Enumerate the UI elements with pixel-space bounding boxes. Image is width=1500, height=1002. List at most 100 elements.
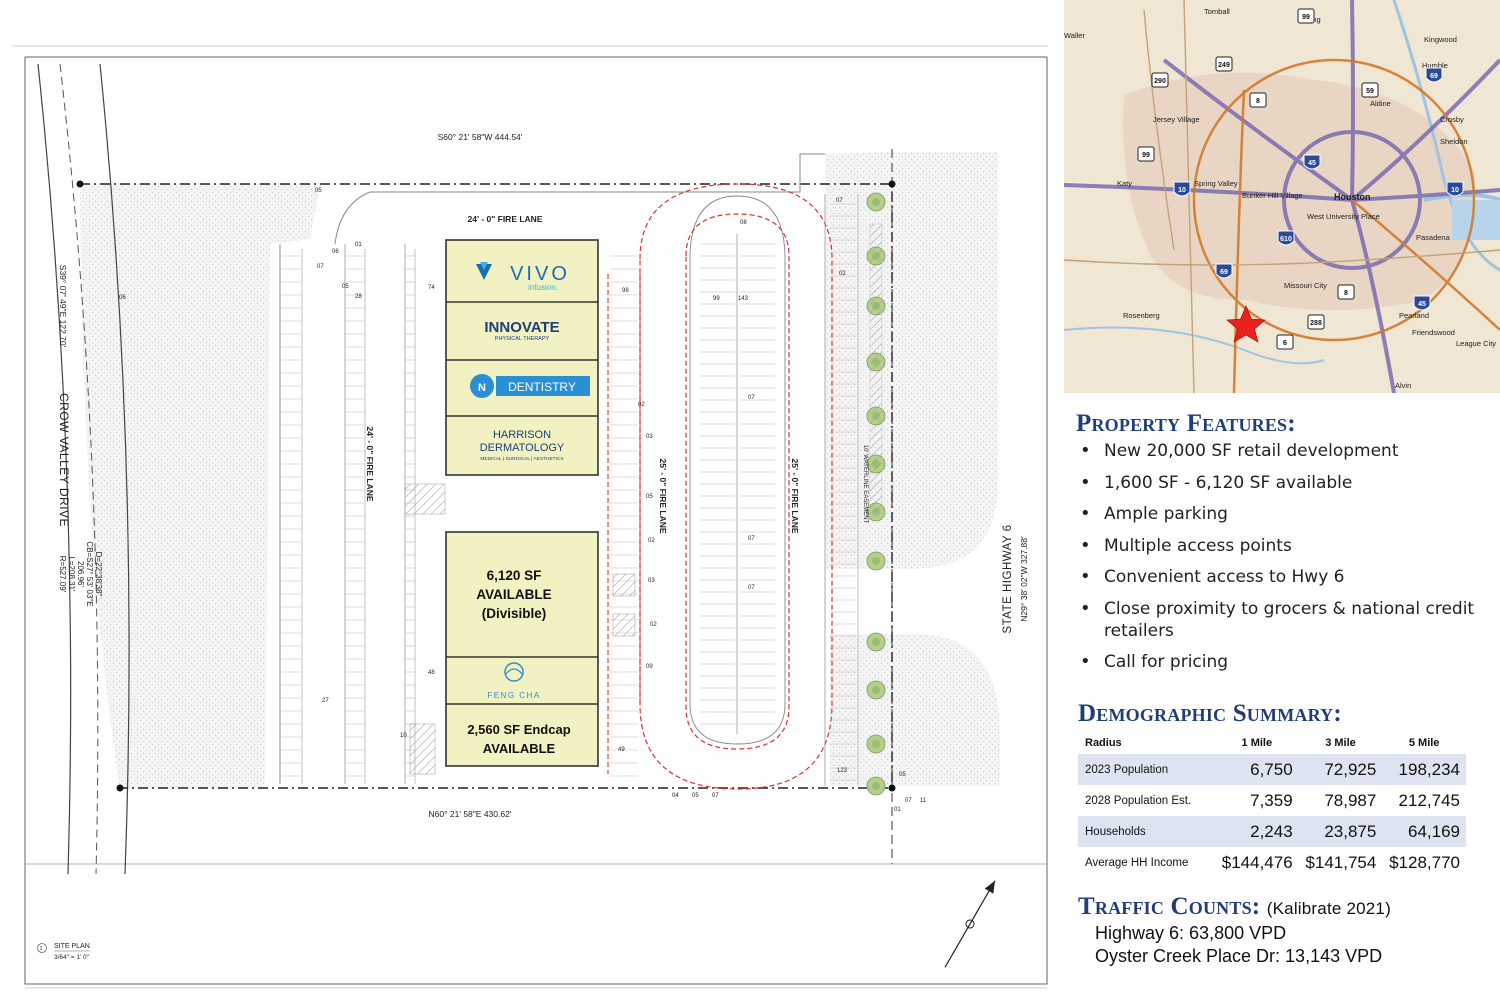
stall-count-label: 05 [646, 494, 653, 500]
stall-count-label: 02 [648, 538, 655, 544]
highway-shield-icon: 10 [1446, 181, 1464, 197]
svg-text:69: 69 [1430, 73, 1438, 80]
traffic-source: (Kalibrate 2021) [1266, 899, 1391, 918]
tenant-innovate-name: INNOVATE [484, 319, 559, 336]
stall-count-label: 05 [692, 793, 699, 799]
highway-shield-icon: 610 [1277, 230, 1295, 246]
table-cell: $128,770 [1389, 852, 1460, 872]
highway-shield-icon: 290 [1151, 72, 1169, 88]
table-header-row: Radius 1 Mile 3 Mile 5 Mile [1078, 732, 1466, 754]
tenant-vivo-name: VIVO [510, 263, 570, 285]
right-boundary-bearing: N29° 38' 02"W 327.88' [1019, 536, 1029, 622]
building-north: VIVO infusion. INNOVATE PHYSICAL THERAPY… [445, 239, 599, 476]
table-cell: 7,359 [1250, 790, 1293, 810]
svg-text:290: 290 [1154, 78, 1166, 85]
landscape-right-bottom [830, 634, 1000, 786]
map-place-label: Friendswood [1412, 328, 1455, 337]
stall-count-label: 04 [672, 793, 679, 799]
site-plan: VIVO infusion. INNOVATE PHYSICAL THERAPY… [12, 45, 1048, 989]
endcap-status: AVAILABLE [483, 741, 556, 756]
svg-text:10: 10 [1178, 187, 1186, 194]
stall-count-label: 28 [355, 294, 362, 300]
map-place-label: Houston [1334, 192, 1371, 202]
stall-count-label: 05 [899, 772, 906, 778]
column-header: 1 Mile [1241, 737, 1273, 749]
svg-text:R=527.09': R=527.09' [58, 556, 67, 593]
highway-shield-icon: 59 [1361, 82, 1379, 98]
svg-text:D=22°38'38": D=22°38'38" [94, 552, 103, 597]
svg-text:69: 69 [1220, 269, 1228, 276]
feature-item: Multiple access points [1080, 535, 1495, 557]
stall-count-label: 05 [342, 284, 349, 290]
traffic-counts-title: Traffic Counts: [1078, 893, 1261, 920]
map-place-label: Katy [1117, 179, 1132, 188]
table-cell: 2,243 [1215, 816, 1299, 847]
north-arrow-icon [944, 880, 996, 968]
fire-lane-loop [689, 195, 786, 745]
stall-count-label: 99 [713, 296, 720, 302]
traffic-count-highway-6: Highway 6: 63,800 VPD [1095, 923, 1287, 943]
fire-lane-left-label: 24' - 0" FIRE LANE [365, 426, 375, 501]
column-header: 5 Mile [1408, 737, 1440, 749]
landscape-right-top [825, 152, 998, 569]
demographic-summary-heading: Demographic Summary: [1078, 700, 1342, 727]
fire-lane-inner [685, 213, 790, 750]
tree-icon [866, 551, 886, 571]
map-place-label: Waller [1064, 31, 1085, 40]
tenant-innovate-logo: INNOVATE PHYSICAL THERAPY [484, 319, 559, 342]
highway-shield-icon: 8 [1249, 92, 1267, 108]
feature-item: 1,600 SF - 6,120 SF available [1080, 472, 1495, 494]
stall-count-label: 08 [740, 220, 747, 226]
stall-count-label: 49 [618, 747, 625, 753]
table-row: 2023 Population 6,750 72,925 198,234 [1078, 754, 1466, 785]
stall-count-label: 06 [119, 295, 126, 301]
stall-count-label: 07 [712, 793, 719, 799]
tenant-feng-cha-name: FENG CHA [487, 691, 540, 700]
highway-shield-icon: 99 [1297, 8, 1315, 24]
stall-count-label: 03 [646, 434, 653, 440]
stall-count-label: 01 [894, 807, 901, 813]
svg-text:610: 610 [1280, 236, 1292, 243]
tree-icon [866, 632, 886, 652]
svg-text:288: 288 [1310, 320, 1322, 327]
stall-count-label: 07 [748, 536, 755, 542]
stall-count-label: 10 [400, 733, 407, 739]
map-place-label: Pearland [1399, 311, 1429, 320]
fire-lane-right-label: 25' - 0" FIRE LANE [790, 458, 800, 533]
left-boundary-bearing: S39° 07' 49"E 122.70' [58, 265, 68, 348]
svg-text:N: N [478, 382, 486, 394]
traffic-counts-heading: Traffic Counts: (Kalibrate 2021) [1078, 893, 1391, 921]
feature-item: Close proximity to grocers & national cr… [1080, 598, 1495, 642]
table-cell: 64,169 [1382, 816, 1466, 847]
highway-shield-icon: 6 [1276, 334, 1294, 350]
table-cell: 23,875 [1298, 816, 1383, 847]
stall-count-label: 143 [738, 296, 749, 302]
svg-text:249: 249 [1218, 62, 1230, 69]
column-header: Radius [1085, 737, 1122, 749]
tenant-harrison-name: HARRISON [493, 429, 551, 441]
row-label: 2028 Population Est. [1085, 794, 1192, 807]
stall-count-label: 48 [428, 670, 435, 676]
table-cell: $144,476 [1221, 852, 1293, 872]
map-place-label: Crosby [1440, 115, 1464, 124]
row-label: Average HH Income [1085, 856, 1189, 869]
tenant-harrison-name2: DERMATOLOGY [480, 442, 565, 454]
svg-text:59: 59 [1366, 88, 1374, 95]
map-place-label: Spring Valley [1194, 179, 1238, 188]
table-cell: 6,750 [1215, 754, 1299, 785]
property-features-list: New 20,000 SF retail development 1,600 S… [1080, 440, 1495, 683]
table-cell: 198,234 [1382, 754, 1466, 785]
highway-shield-icon: 8 [1337, 284, 1355, 300]
table-cell: 78,987 [1324, 790, 1377, 810]
stall-count-label: 11 [920, 798, 927, 804]
map-place-label: Jersey Village [1153, 115, 1200, 124]
table-cell: 212,745 [1398, 790, 1460, 810]
top-boundary-bearing: S60° 21' 58"W 444.54' [438, 132, 523, 142]
property-features-heading: Property Features: [1076, 410, 1296, 437]
highway-shield-icon: 45 [1303, 154, 1321, 170]
highway-shield-icon: 249 [1215, 56, 1233, 72]
highway-shield-icon: 45 [1413, 295, 1431, 311]
endcap-size: 2,560 SF Endcap [467, 722, 570, 737]
tree-icon [866, 192, 886, 212]
area-map: TomballSpringWallerKingwoodHumbleAldineJ… [1064, 0, 1500, 393]
